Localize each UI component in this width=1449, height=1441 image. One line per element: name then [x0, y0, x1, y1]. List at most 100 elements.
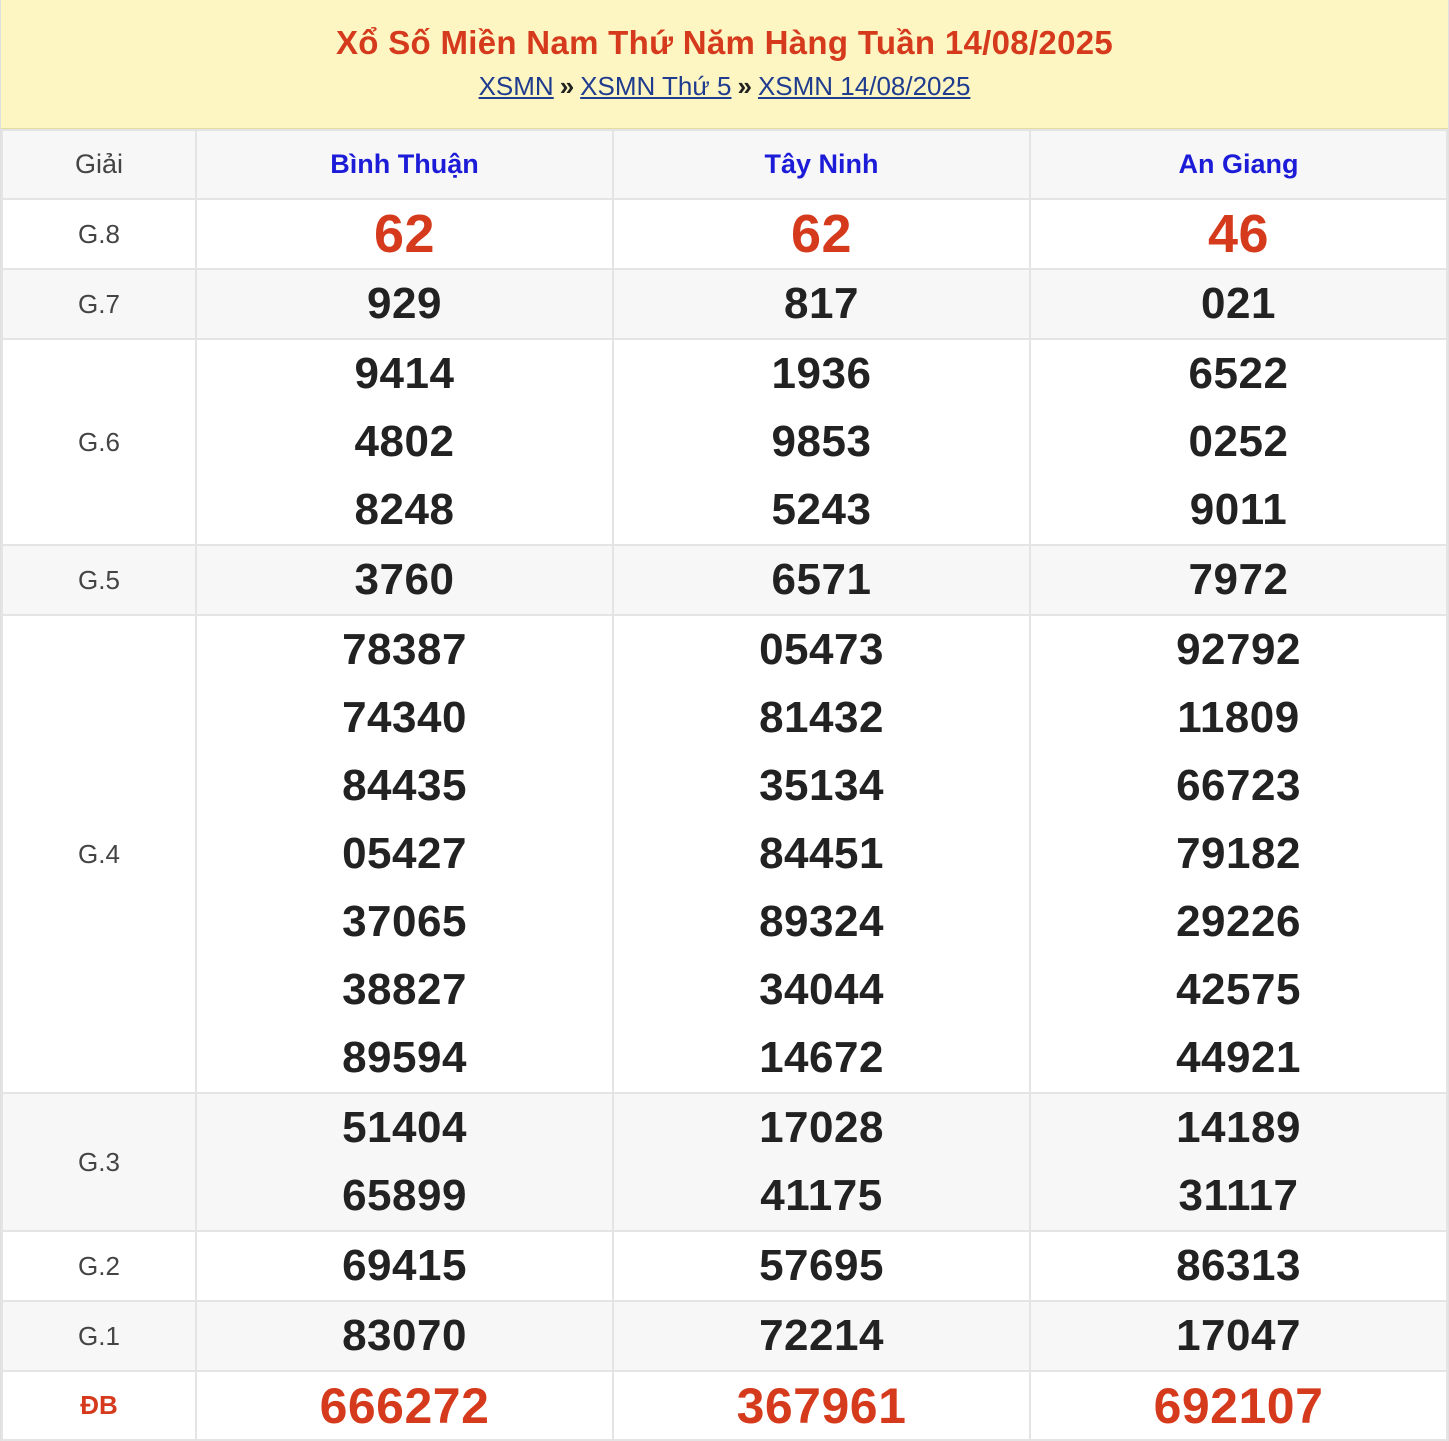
prize-number: 34044	[759, 965, 884, 1014]
prize-number: 41175	[760, 1171, 883, 1220]
prize-cell-binh-thuan: 62	[195, 198, 614, 270]
prize-number: 9853	[771, 417, 872, 466]
prize-cell-an-giang: 692107	[1029, 1370, 1448, 1441]
prize-number: 86313	[1176, 1241, 1301, 1290]
province-header-an-giang: An Giang	[1029, 129, 1448, 200]
prize-cell-tay-ninh: 1936 9853 5243	[612, 338, 1031, 546]
prize-cell-binh-thuan: 666272	[195, 1370, 614, 1441]
prize-cell-binh-thuan: 78387 74340 84435 05427 37065 38827 89594	[195, 614, 614, 1094]
prize-cell-an-giang: 021	[1029, 268, 1448, 340]
prize-number: 79182	[1176, 829, 1301, 878]
prize-cell-tay-ninh: 6571	[612, 544, 1031, 616]
prize-number: 37065	[342, 897, 467, 946]
results-table: Giải Bình Thuận Tây Ninh An Giang G.8 62 6…	[1, 129, 1448, 1441]
province-header-binh-thuan: Bình Thuận	[195, 129, 614, 200]
prize-cell-binh-thuan: 83070	[195, 1300, 614, 1372]
prize-number: 66723	[1176, 761, 1301, 810]
prize-cell-tay-ninh: 17028 41175	[612, 1092, 1031, 1232]
page-title: Xổ Số Miền Nam Thứ Năm Hàng Tuần 14/08/2…	[335, 24, 1114, 61]
prize-label: G.2	[1, 1230, 197, 1302]
prize-number: 65899	[342, 1171, 467, 1220]
prize-row-db: ĐB 666272 367961 692107	[1, 1370, 1448, 1441]
prize-label: G.5	[1, 544, 197, 616]
prize-cell-an-giang: 17047	[1029, 1300, 1448, 1372]
prize-label: G.3	[1, 1092, 197, 1232]
results-body: G.8 62 62 46 G.7 929 817 021 G.6 9414 4802 8248 1936…	[1, 198, 1448, 1441]
prize-cell-binh-thuan: 3760	[195, 544, 614, 616]
prize-number: 89594	[342, 1033, 467, 1082]
breadcrumb: XSMN» XSMN Thứ 5» XSMN 14/08/2025	[1, 71, 1448, 101]
prize-row-g2: G.2 69415 57695 86313	[1, 1230, 1448, 1302]
prize-number: 5243	[771, 485, 872, 534]
prize-label: G.1	[1, 1300, 197, 1372]
province-header-tay-ninh: Tây Ninh	[612, 129, 1031, 200]
prize-number: 6522	[1188, 349, 1289, 398]
results-header: Xổ Số Miền Nam Thứ Năm Hàng Tuần 14/08/2…	[1, 0, 1448, 129]
prize-cell-tay-ninh: 817	[612, 268, 1031, 340]
giai-header: Giải	[1, 129, 197, 200]
prize-number: 9011	[1189, 485, 1288, 534]
prize-row-g4: G.4 78387 74340 84435 05427 37065 38827 89594 05…	[1, 614, 1448, 1094]
prize-cell-binh-thuan: 929	[195, 268, 614, 340]
prize-row-g8: G.8 62 62 46	[1, 198, 1448, 270]
prize-label: G.8	[1, 198, 197, 270]
prize-number: 05473	[759, 625, 884, 674]
prize-number: 84435	[342, 761, 467, 810]
prize-number: 89324	[759, 897, 884, 946]
breadcrumb-separator: »	[559, 71, 575, 101]
prize-number: 17028	[759, 1103, 884, 1152]
prize-number: 92792	[1176, 625, 1301, 674]
prize-number: 4802	[354, 417, 455, 466]
prize-number: 42575	[1176, 965, 1301, 1014]
prize-cell-an-giang: 14189 31117	[1029, 1092, 1448, 1232]
prize-label: G.4	[1, 614, 197, 1094]
prize-label: ĐB	[1, 1370, 197, 1441]
prize-number: 14672	[759, 1033, 884, 1082]
prize-row-g3: G.3 51404 65899 17028 41175 14189 31117	[1, 1092, 1448, 1232]
prize-number: 666272	[319, 1377, 490, 1434]
table-header-row: Giải Bình Thuận Tây Ninh An Giang	[1, 129, 1448, 200]
prize-number: 021	[1201, 279, 1276, 328]
prize-number: 81432	[759, 693, 884, 742]
prize-number: 29226	[1176, 897, 1301, 946]
prize-number: 11809	[1177, 693, 1300, 742]
prize-number: 31117	[1178, 1171, 1299, 1220]
prize-number: 0252	[1188, 417, 1289, 466]
prize-number: 38827	[342, 965, 467, 1014]
prize-number: 692107	[1153, 1377, 1324, 1434]
breadcrumb-link-xsmn-thu5[interactable]: XSMN Thứ 5	[580, 71, 731, 101]
prize-row-g6: G.6 9414 4802 8248 1936 9853 5243 6522 0252 9011	[1, 338, 1448, 546]
prize-number: 46	[1207, 204, 1270, 264]
prize-cell-an-giang: 7972	[1029, 544, 1448, 616]
prize-number: 05427	[342, 829, 467, 878]
prize-number: 17047	[1176, 1311, 1301, 1360]
prize-cell-tay-ninh: 05473 81432 35134 84451 89324 34044 14672	[612, 614, 1031, 1094]
prize-number: 9414	[354, 349, 455, 398]
prize-row-g1: G.1 83070 72214 17047	[1, 1300, 1448, 1372]
prize-cell-tay-ninh: 367961	[612, 1370, 1031, 1441]
lottery-results: Xổ Số Miền Nam Thứ Năm Hàng Tuần 14/08/2…	[0, 0, 1449, 1441]
breadcrumb-separator: »	[737, 71, 752, 101]
prize-number: 929	[367, 279, 442, 328]
prize-label: G.6	[1, 338, 197, 546]
prize-cell-binh-thuan: 69415	[195, 1230, 614, 1302]
prize-label: G.7	[1, 268, 197, 340]
prize-cell-tay-ninh: 57695	[612, 1230, 1031, 1302]
prize-cell-tay-ninh: 62	[612, 198, 1031, 270]
prize-row-g5: G.5 3760 6571 7972	[1, 544, 1448, 616]
prize-row-g7: G.7 929 817 021	[1, 268, 1448, 340]
prize-cell-an-giang: 86313	[1029, 1230, 1448, 1302]
prize-cell-binh-thuan: 9414 4802 8248	[195, 338, 614, 546]
prize-number: 62	[373, 204, 436, 264]
prize-number: 74340	[342, 693, 467, 742]
prize-number: 6571	[771, 555, 872, 604]
prize-number: 8248	[354, 485, 455, 534]
prize-number: 83070	[342, 1311, 467, 1360]
prize-number: 51404	[342, 1103, 467, 1152]
breadcrumb-link-xsmn[interactable]: XSMN	[479, 71, 554, 101]
prize-number: 367961	[736, 1377, 907, 1434]
prize-number: 3760	[354, 555, 455, 604]
prize-number: 62	[790, 204, 853, 264]
prize-cell-an-giang: 46	[1029, 198, 1448, 270]
breadcrumb-link-xsmn-date[interactable]: XSMN 14/08/2025	[758, 71, 970, 101]
